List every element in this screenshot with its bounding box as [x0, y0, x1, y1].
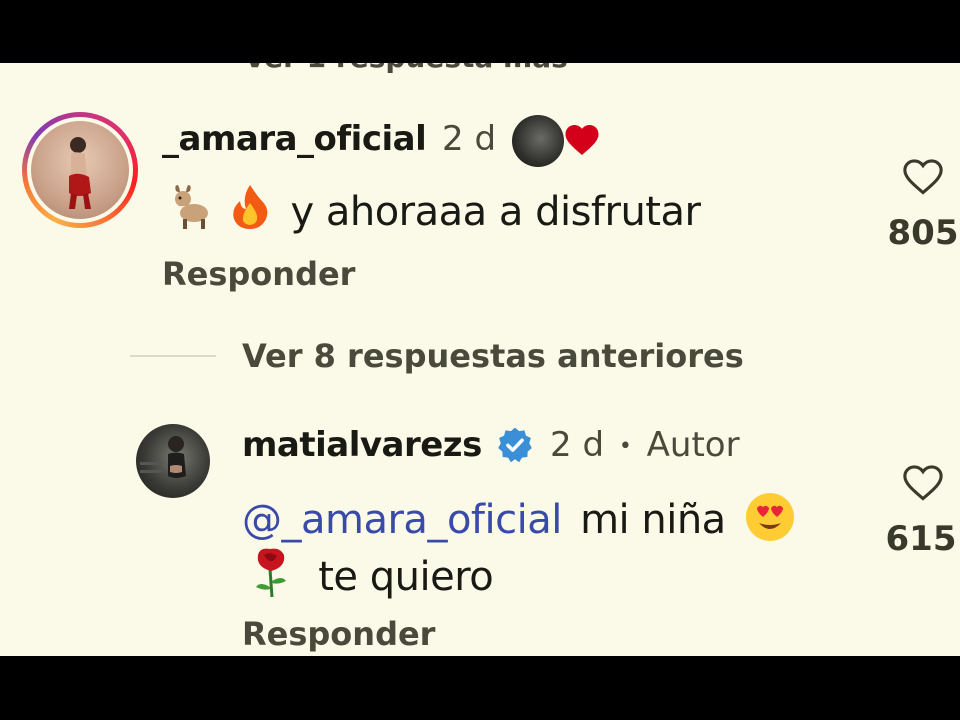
- goat-emoji: [168, 183, 210, 241]
- comment-body-amara: y ahoraaa a disfrutar: [290, 189, 701, 235]
- view-previous-replies-button[interactable]: Ver 8 respuestas anteriores: [242, 337, 744, 375]
- comment-body-line2: te quiero: [318, 554, 494, 600]
- letterbox-top: [0, 0, 960, 63]
- avatar-amara-story-ring[interactable]: [22, 112, 138, 228]
- avatar-amara: [31, 121, 129, 219]
- avatar-matialvarezs[interactable]: [136, 424, 210, 498]
- like-count-matialvarezs: 615: [885, 519, 957, 559]
- comment-meta-matialvarezs: 2 d • Autor: [550, 425, 740, 465]
- reply-button-matialvarezs[interactable]: Responder: [242, 615, 435, 653]
- fire-emoji: [228, 183, 272, 241]
- heart-filled-icon: [565, 125, 599, 155]
- reply-button-amara[interactable]: Responder: [162, 255, 355, 293]
- username-amara[interactable]: _amara_oficial: [162, 119, 427, 159]
- meta-separator: •: [618, 434, 632, 459]
- comment-text-amara: y ahoraaa a disfrutar: [168, 183, 701, 241]
- comment-text-matialvarezs-line2: te quiero: [250, 545, 494, 609]
- like-heart-icon[interactable]: [902, 464, 944, 502]
- like-heart-icon[interactable]: [902, 158, 944, 196]
- rose-emoji: [250, 545, 292, 609]
- mention-link[interactable]: @_amara_oficial: [242, 497, 562, 543]
- comment-text-matialvarezs-line1: @_amara_oficial mi niña: [242, 491, 796, 553]
- heart-eyes-emoji: [744, 491, 796, 553]
- replies-divider-line: [130, 355, 216, 357]
- author-avatar-mini: [512, 115, 564, 167]
- cut-off-view-replies[interactable]: Ver 1 respuesta más: [244, 63, 568, 74]
- verified-badge-icon: [498, 427, 532, 463]
- like-count-amara: 805: [887, 213, 959, 253]
- comment-body-line1: mi niña: [580, 497, 726, 543]
- letterbox-bottom: [0, 656, 960, 720]
- author-like-indicator: [512, 113, 604, 169]
- username-matialvarezs[interactable]: matialvarezs: [242, 425, 482, 465]
- comments-panel: Ver 1 respuesta más _amara_oficial 2 d: [0, 63, 960, 656]
- author-badge: Autor: [646, 425, 740, 465]
- comment-time-matialvarezs: 2 d: [550, 425, 605, 465]
- comment-time-amara: 2 d: [442, 119, 497, 159]
